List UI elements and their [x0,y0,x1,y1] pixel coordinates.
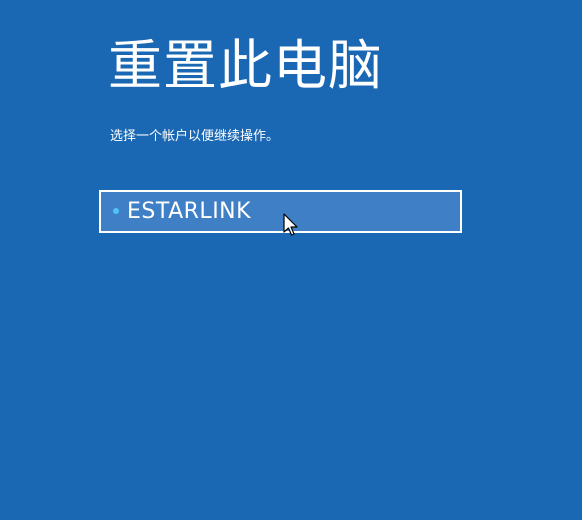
account-option-estarlink[interactable]: ESTARLINK [99,190,462,233]
account-name: ESTARLINK [127,199,252,224]
page-subtitle: 选择一个帐户以便继续操作。 [110,129,280,144]
mouse-cursor-icon [283,213,298,236]
reset-pc-screen: 重置此电脑 选择一个帐户以便继续操作。 ESTARLINK [0,0,582,520]
dot-icon [113,208,119,214]
page-title: 重置此电脑 [108,34,383,97]
